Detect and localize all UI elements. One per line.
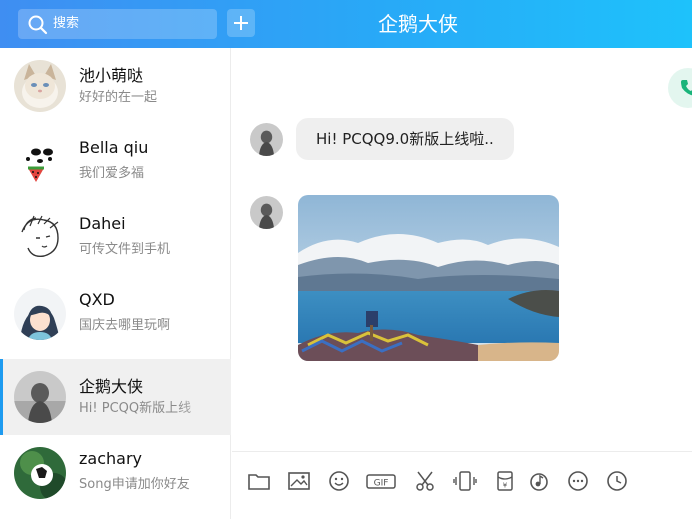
red-packet-icon[interactable]: ¥ [492, 468, 518, 494]
avatar [14, 212, 66, 264]
contact-item-4[interactable]: QXD 国庆去哪里玩啊 [0, 276, 231, 352]
contact-last-message: 可传文件到手机 [79, 242, 171, 257]
contact-last-message: Hi! PCQQ新版上线 [79, 401, 192, 416]
chat-title: 企鹅大侠 [378, 12, 458, 36]
message-avatar [250, 196, 283, 229]
contact-item-2[interactable]: Bella qiu 我们爱多福 [0, 124, 231, 200]
avatar [14, 371, 66, 423]
contact-name: Dahei [79, 214, 126, 233]
history-icon[interactable] [604, 468, 630, 494]
svg-text:GIF: GIF [374, 479, 389, 489]
message-bubble: Hi! PCQQ9.0新版上线啦.. [296, 118, 514, 160]
contact-last-message: Song申请加你好友 [79, 477, 190, 492]
chat-toolbar: GIF ¥ [232, 451, 692, 511]
contact-name: zachary [79, 449, 142, 468]
message-avatar [250, 123, 283, 156]
contact-item-6[interactable]: zachary Song申请加你好友 [0, 435, 231, 511]
contact-last-message: 我们爱多福 [79, 166, 145, 181]
emoji-icon[interactable] [326, 468, 352, 494]
title-bar: 搜索 企鹅大侠 [0, 0, 692, 48]
contact-last-message: 国庆去哪里玩啊 [79, 318, 171, 333]
shake-icon[interactable] [452, 468, 478, 494]
contact-name: 池小萌哒 [79, 66, 144, 85]
image-icon[interactable] [286, 468, 312, 494]
contact-name: QXD [79, 290, 115, 309]
contact-last-message: 好好的在一起 [79, 90, 158, 105]
screenshot-icon[interactable] [412, 468, 438, 494]
contact-item-1[interactable]: 池小萌哒 好好的在一起 [0, 48, 231, 124]
contact-name: 企鹅大侠 [79, 377, 144, 396]
music-icon[interactable] [526, 468, 552, 494]
svg-text:¥: ¥ [503, 482, 508, 490]
chat-panel: Hi! PCQQ9.0新版上线啦.. GIF ¥ [232, 48, 692, 519]
contact-list: 池小萌哒 好好的在一起 Bella qiu 我们爱多福 Dahei 可传文件到手… [0, 48, 231, 519]
more-icon[interactable] [565, 468, 591, 494]
search-label: 搜索 [53, 16, 80, 31]
avatar [14, 60, 66, 112]
contact-item-3[interactable]: Dahei 可传文件到手机 [0, 200, 231, 276]
contact-name: Bella qiu [79, 138, 149, 157]
phone-icon [681, 80, 692, 96]
search-icon [28, 15, 48, 35]
avatar [14, 136, 66, 188]
avatar [14, 447, 66, 499]
gif-icon[interactable]: GIF [366, 468, 396, 494]
search-box[interactable]: 搜索 [18, 9, 217, 39]
contact-item-5[interactable]: 企鹅大侠 Hi! PCQQ新版上线 [0, 359, 231, 435]
message-photo[interactable] [298, 195, 559, 361]
call-button[interactable] [668, 68, 692, 108]
avatar [14, 288, 66, 340]
folder-icon[interactable] [246, 468, 272, 494]
